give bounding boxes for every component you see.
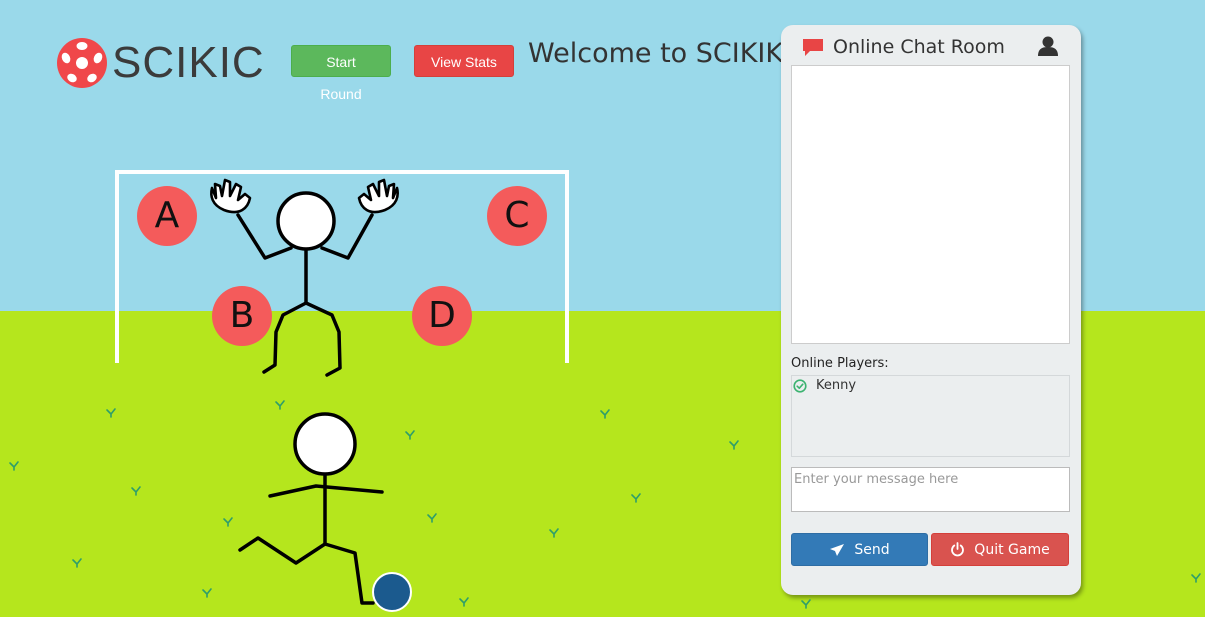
- player-name: Kenny: [816, 378, 857, 393]
- game-scene: [9, 170, 739, 612]
- user-icon: [1038, 36, 1058, 56]
- grass-tufts: [9, 400, 739, 607]
- grass-tuft: [1191, 573, 1201, 583]
- send-label: Send: [854, 541, 890, 558]
- paper-plane-icon: [830, 543, 845, 556]
- comment-icon: [803, 39, 823, 56]
- player-item: Kenny: [792, 378, 856, 393]
- grass-tuft: [801, 599, 811, 609]
- online-players-list: Kenny: [791, 375, 1070, 457]
- chat-messages[interactable]: [791, 65, 1070, 344]
- message-input[interactable]: [791, 467, 1070, 512]
- target-a[interactable]: A: [137, 186, 197, 246]
- start-round-button[interactable]: Start Round: [291, 45, 391, 102]
- target-c[interactable]: C: [487, 186, 547, 246]
- target-d[interactable]: D: [412, 286, 472, 346]
- soccer-ball: [372, 572, 412, 612]
- target-b[interactable]: B: [212, 286, 272, 346]
- quit-label: Quit Game: [974, 541, 1050, 558]
- quit-game-button[interactable]: Quit Game: [931, 533, 1069, 566]
- kicker: [238, 412, 384, 605]
- send-button[interactable]: Send: [791, 533, 928, 566]
- welcome-heading: Welcome to SCIKIK: [528, 38, 784, 69]
- view-stats-button[interactable]: View Stats: [414, 45, 514, 77]
- power-icon: [951, 542, 965, 557]
- logo-text: SCIKIC: [112, 38, 265, 87]
- logo: SCIKIC: [56, 37, 265, 89]
- chat-title: Online Chat Room: [833, 36, 1005, 58]
- check-circle-icon: [793, 378, 807, 393]
- chat-panel: Online Chat Room Online Players: Kenny S…: [781, 25, 1081, 595]
- online-players-label: Online Players:: [791, 356, 889, 371]
- soccer-ball-logo-icon: [57, 38, 107, 88]
